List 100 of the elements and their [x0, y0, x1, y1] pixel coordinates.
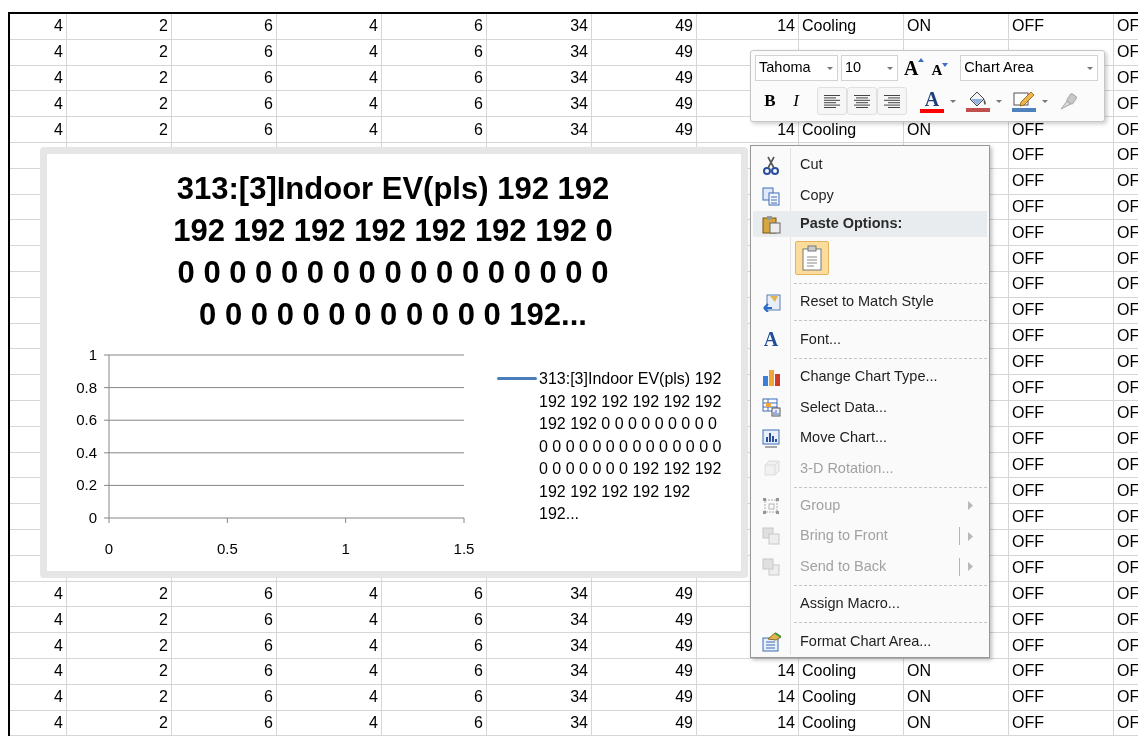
table-cell-text: OFF [1011, 454, 1045, 475]
document-arrow-icon [761, 292, 781, 313]
italic-button[interactable]: I [785, 88, 807, 114]
table-icon [761, 397, 781, 418]
table-cell-text: 4 [368, 687, 379, 708]
table-cell-text: 4 [53, 68, 64, 88]
table-cell-text: OFF [1011, 661, 1045, 682]
table-cell-text: 6 [263, 635, 274, 656]
table-cell-text: OF [1116, 687, 1138, 708]
font-color-button[interactable]: A [919, 89, 957, 113]
menu-item[interactable]: Select Data... [753, 392, 987, 423]
shrink-font-button[interactable]: A [931, 58, 949, 78]
align-center-button[interactable] [847, 87, 877, 115]
chart-title: 313:[3]Indoor EV(pls) 192 192 192 192 192 192 192 192 192 0 0 0 0 0 0 0 0 0 0 0 0 0 0 0 0 0 0 0 0 0 0 0 0 0 0 0 0 0 0 192... [172, 170, 614, 334]
align-right-button[interactable] [877, 87, 907, 115]
stacked-squares-icon [761, 526, 781, 547]
axis-label: 1.5 [453, 540, 475, 557]
table-cell-text: 4 [368, 712, 379, 733]
menu-item[interactable]: Cut [753, 150, 987, 181]
table-cell-text: 34 [569, 16, 589, 37]
chart-element-dropdown[interactable]: Chart Area [960, 55, 1099, 81]
table-cell-text: 4 [53, 119, 64, 140]
table-cell-text: 4 [368, 635, 379, 656]
menu-header: Paste Options: [753, 211, 987, 237]
font-icon: A [763, 324, 779, 355]
copy-icon [761, 185, 781, 206]
table-cell-text: 4 [53, 712, 64, 733]
table-cell-text: OF [1116, 16, 1138, 37]
table-cell-text: OF [1116, 661, 1138, 682]
table-cell-text: OF [1116, 429, 1138, 450]
table-cell-text: OF [1116, 609, 1138, 630]
table-cell-text: ON [906, 16, 932, 37]
caret-icon [995, 98, 1003, 104]
table-cell-text: OFF [1011, 532, 1045, 553]
menu-item[interactable]: Reset to Match Style [753, 286, 987, 318]
table-cell-text: 6 [263, 93, 274, 114]
table-cell-text: 14 [776, 712, 796, 733]
table-cell-text: 4 [368, 42, 379, 63]
table-cell-text: 4 [53, 16, 64, 37]
caret-icon [1086, 65, 1095, 71]
table-cell-text: OFF [1011, 222, 1045, 243]
table-cell-text: OFF [1011, 196, 1045, 217]
table-cell-text: 49 [674, 68, 694, 88]
table-cell-text: OF [1116, 68, 1138, 88]
menu-item[interactable]: Assign Macro... [753, 589, 987, 620]
table-cell-text: OF [1116, 325, 1138, 346]
menu-item[interactable]: Format Chart Area... [753, 626, 987, 657]
table-cell-text: OFF [1011, 403, 1045, 424]
clipboard-icon [802, 245, 822, 272]
table-cell-text: 6 [263, 661, 274, 682]
align-icon [884, 94, 900, 108]
group-icon [761, 495, 781, 516]
align-left-button[interactable] [817, 87, 847, 115]
table-cell-text: OF [1116, 274, 1138, 295]
table-cell-text: OF [1116, 248, 1138, 269]
chart-area[interactable] [40, 147, 748, 578]
axis-label: 0.2 [76, 476, 97, 494]
fill-color-button[interactable] [965, 90, 1003, 112]
font-size-dropdown[interactable]: 10 [841, 55, 898, 81]
table-cell-text: 4 [368, 583, 379, 604]
caret-icon [886, 65, 894, 71]
table-cell-text: 49 [674, 93, 694, 114]
table-cell-text: 2 [158, 687, 169, 708]
outline-color-button[interactable] [1011, 90, 1049, 112]
table-cell-text: 6 [263, 609, 274, 630]
table-cell-text: 2 [158, 16, 169, 37]
table-cell-text: 4 [53, 661, 64, 682]
table-cell-text: OFF [1011, 119, 1045, 140]
bold-button[interactable]: B [759, 88, 781, 114]
caret-icon [949, 98, 957, 104]
table-cell-text: 49 [674, 661, 694, 682]
paste-option-button[interactable] [795, 241, 829, 276]
table-cell-text: 49 [674, 712, 694, 733]
table-cell-text: OFF [1011, 274, 1045, 295]
table-cell-text: 6 [473, 119, 484, 140]
align-icon [854, 94, 870, 108]
table-cell-text: OFF [1011, 325, 1045, 346]
menu-item[interactable]: Change Chart Type... [753, 361, 987, 393]
table-cell-text: 4 [53, 687, 64, 708]
table-cell-text: 6 [473, 609, 484, 630]
grow-font-button[interactable]: A [904, 58, 925, 78]
menu-item[interactable]: Move Chart... [753, 422, 987, 454]
table-cell-text: OFF [1011, 712, 1045, 733]
menu-item[interactable]: Copy [753, 180, 987, 212]
font-dropdown[interactable]: Tahoma [755, 55, 838, 81]
table-cell-text: 6 [473, 583, 484, 604]
table-cell-text: OF [1116, 119, 1138, 140]
table-cell-text: OF [1116, 351, 1138, 372]
axis-label: 0.5 [216, 540, 238, 557]
table-cell-text: 2 [158, 68, 169, 88]
table-cell-text: ON [906, 687, 932, 708]
table-cell-text: 14 [776, 16, 796, 37]
table-cell-text: 34 [569, 712, 589, 733]
table-cell-text: 4 [368, 68, 379, 88]
table-cell-text: 2 [158, 712, 169, 733]
axis-label: 0.6 [76, 411, 97, 429]
menu-item[interactable]: A Font... [753, 324, 987, 355]
table-cell-text: 6 [473, 687, 484, 708]
table-cell-text: 6 [473, 16, 484, 37]
table-cell-text: Cooling [801, 661, 858, 682]
